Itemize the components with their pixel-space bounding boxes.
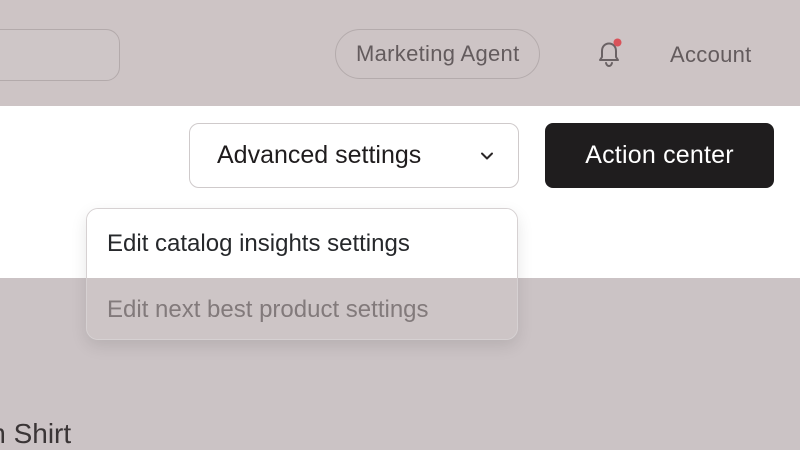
menu-item-label: Edit next best product settings (107, 295, 429, 323)
search-input[interactable] (0, 29, 120, 81)
menu-item-label: Edit catalog insights settings (107, 229, 410, 257)
advanced-settings-menu: Edit catalog insights settings Edit next… (86, 208, 518, 340)
product-title: wn Shirt (0, 418, 72, 449)
chevron-down-icon (481, 152, 493, 160)
bell-icon[interactable] (591, 36, 627, 72)
marketing-agent-label: Marketing Agent (356, 41, 520, 66)
notification-dot-icon (613, 38, 622, 47)
action-center-button[interactable]: Action center (545, 123, 774, 188)
top-header: Marketing Agent Account (0, 0, 800, 106)
menu-item-next-best-product[interactable]: Edit next best product settings (87, 278, 517, 339)
marketing-agent-button[interactable]: Marketing Agent (335, 29, 541, 79)
action-center-label: Action center (585, 141, 734, 169)
menu-item-catalog-insights[interactable]: Edit catalog insights settings (87, 209, 517, 278)
account-link[interactable]: Account (670, 42, 752, 68)
advanced-settings-label: Advanced settings (217, 141, 422, 169)
advanced-settings-button[interactable]: Advanced settings (189, 123, 519, 188)
